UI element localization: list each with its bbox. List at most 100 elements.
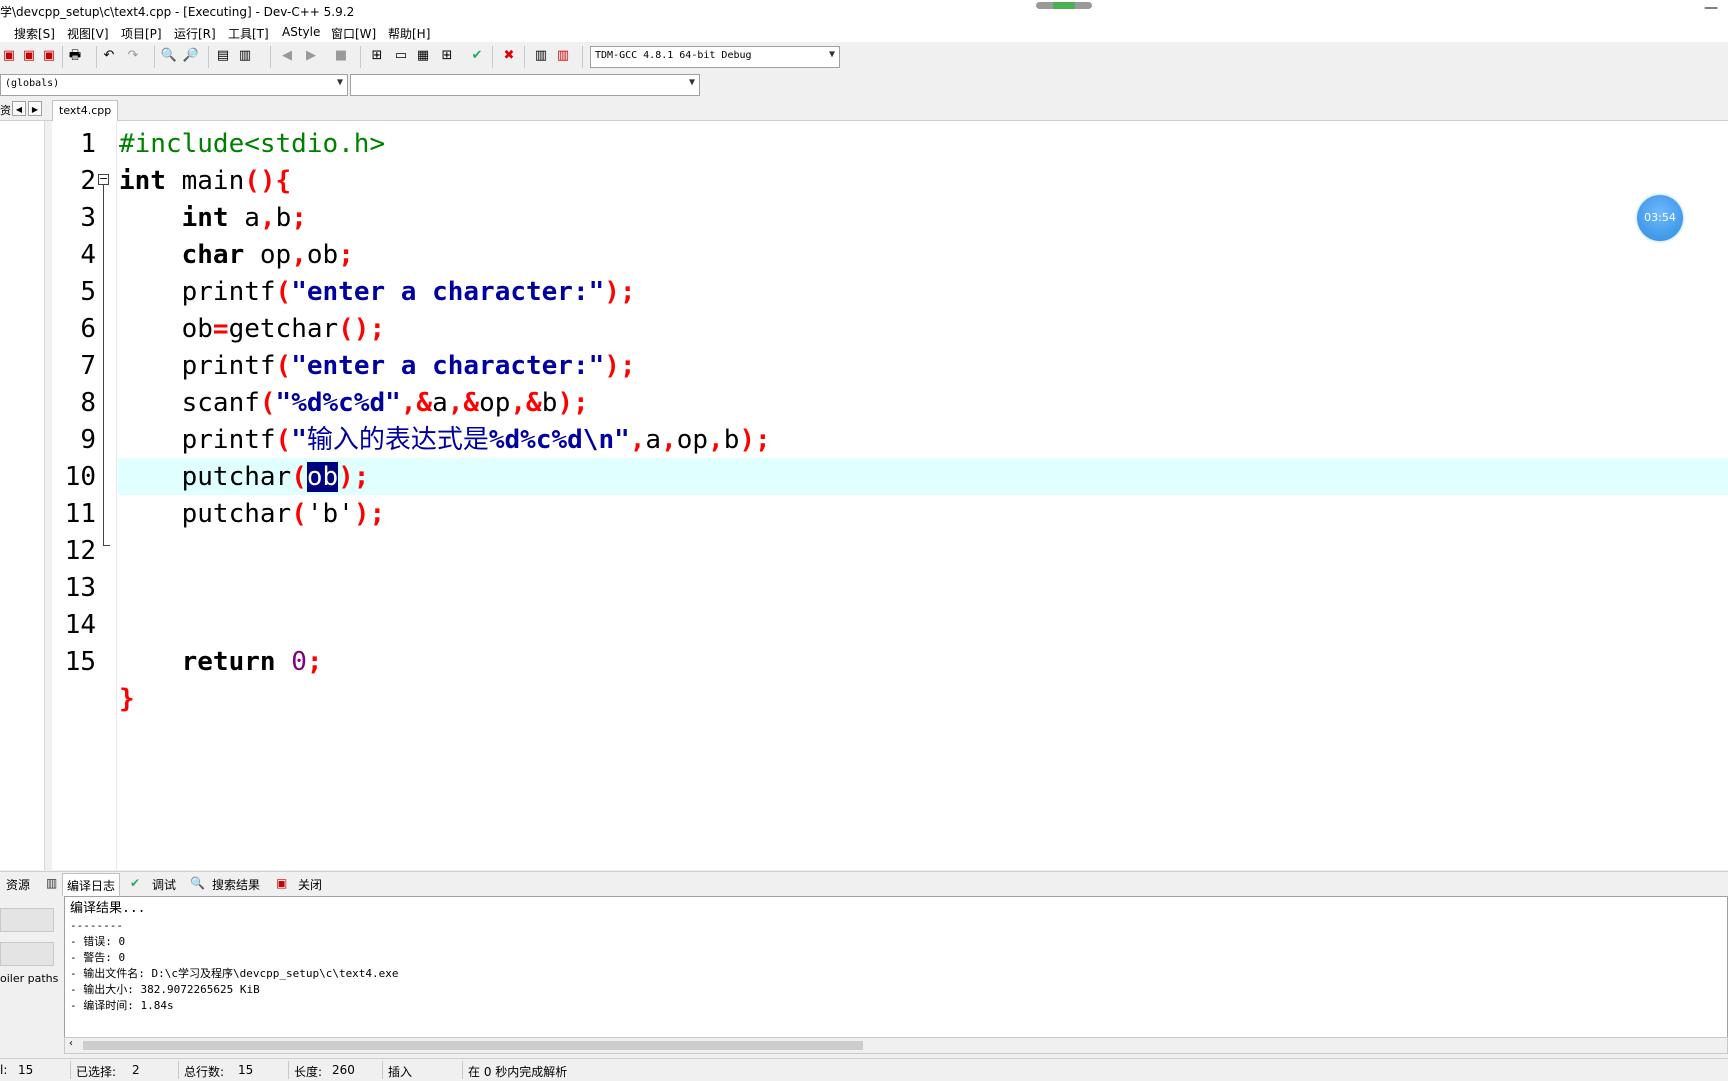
menu-help[interactable]: 帮助[H] — [388, 25, 430, 42]
scrollbar-thumb[interactable] — [83, 1041, 863, 1050]
code-line-14: return 0; — [119, 644, 323, 681]
tab-search-results[interactable]: 搜索结果 — [212, 876, 260, 893]
string-literal: "%d%c%d" — [275, 388, 401, 418]
compiler-panel-left: oiler paths — [0, 896, 62, 1054]
tab-scroll-right-icon[interactable]: ▶ — [28, 101, 42, 116]
bookmark-next-icon[interactable]: ▶ — [302, 47, 320, 65]
compiler-option-box[interactable] — [0, 942, 54, 966]
tab-close[interactable]: 关闭 — [298, 876, 322, 893]
identifier: printf — [119, 277, 276, 307]
log-line: -------- — [70, 919, 123, 932]
identifier: printf — [119, 425, 276, 455]
scope-bar: (globals) ▼ ▼ — [0, 72, 1728, 98]
identifier: b — [723, 425, 740, 455]
tile-icon[interactable]: ⊞ — [438, 47, 456, 65]
line-number: 11 — [64, 499, 96, 529]
symbol: , — [661, 425, 677, 455]
compiler-value: TDM-GCC 4.8.1 64-bit Debug — [595, 50, 752, 61]
window-icon[interactable]: ▭ — [392, 47, 410, 65]
close-file-icon[interactable]: ▣ — [0, 47, 18, 65]
code-line-3: int a,b; — [119, 200, 307, 237]
chart-icon[interactable]: ▥ — [532, 47, 550, 65]
keyword: return — [181, 647, 276, 677]
unindent-icon[interactable]: ▥ — [236, 47, 254, 65]
chevron-down-icon: ▼ — [828, 49, 835, 60]
tab-scroll-left-icon[interactable]: ◀ — [12, 101, 26, 116]
tab-text4-cpp[interactable]: text4.cpp — [52, 100, 119, 121]
status-length-label: 长度: — [294, 1065, 323, 1079]
close-all-icon[interactable]: ▣ — [20, 47, 38, 65]
layout-icon[interactable]: ⊞ — [368, 47, 386, 65]
profile-icon[interactable]: ▥ — [554, 47, 572, 65]
stop-icon[interactable]: ✖ — [500, 47, 518, 65]
menu-project[interactable]: 项目[P] — [121, 25, 162, 42]
toolbar-separator — [270, 46, 271, 68]
log-line: - 编译时间: 1.84s — [70, 999, 174, 1012]
code-editor[interactable]: 1 2 3 4 5 6 7 8 9 10 11 12 13 14 15 − #i… — [52, 121, 1728, 870]
symbol: ( — [275, 425, 292, 455]
bookmark-toggle-icon[interactable]: ■ — [332, 47, 350, 65]
char-literal: 'b' — [306, 499, 354, 529]
menu-run[interactable]: 运行[R] — [174, 25, 216, 42]
selected-text: ob — [306, 462, 339, 492]
status-insert-mode: 插入 — [388, 1065, 413, 1079]
symbol: ( — [275, 277, 292, 307]
status-divider — [70, 1061, 71, 1079]
undo-icon[interactable]: ↶ — [100, 47, 118, 65]
scroll-left-icon[interactable]: ‹ — [69, 1038, 73, 1049]
close-project-icon[interactable]: ▣ — [40, 47, 58, 65]
indent-icon[interactable]: ▤ — [214, 47, 232, 65]
chevron-down-icon: ▼ — [688, 77, 695, 88]
symbol: ( — [291, 462, 307, 492]
title-bar: 学\devcpp_setup\c\text4.cpp - [Executing]… — [0, 0, 1728, 22]
symbol: (){ — [244, 166, 292, 196]
status-divider — [382, 1061, 383, 1079]
compiler-option-box[interactable] — [0, 908, 54, 932]
scope-select[interactable]: (globals) ▼ — [0, 74, 348, 96]
line-number: 5 — [80, 277, 96, 307]
compile-log-output[interactable]: 编译结果... -------- - 错误: 0 - 警告: 0 - 输出文件名… — [64, 896, 1728, 1038]
toolbar-separator — [524, 46, 525, 68]
identifier: op — [244, 240, 292, 270]
left-panel-tab[interactable]: 资 — [0, 102, 11, 118]
redo-icon[interactable]: ↷ — [124, 47, 142, 65]
symbol: ; — [291, 203, 307, 233]
status-parse-info: 在 0 秒内完成解析 — [468, 1065, 568, 1079]
check-icon[interactable]: ✔ — [468, 47, 486, 65]
log-line: - 警告: 0 — [70, 951, 126, 964]
fold-toggle-icon[interactable]: − — [98, 173, 109, 185]
symbol: ,& — [510, 388, 542, 418]
menu-search[interactable]: 搜索[S] — [14, 25, 55, 42]
symbol-select[interactable]: ▼ — [350, 74, 700, 96]
tab-resources[interactable]: 资源 — [6, 876, 30, 893]
line-number: 10 — [64, 462, 96, 492]
timer-badge[interactable]: 03:54 — [1637, 195, 1683, 241]
print-icon[interactable]: 🖶 — [66, 47, 84, 65]
symbol: ( — [275, 351, 292, 381]
tab-compile-log[interactable]: 编译日志 — [62, 873, 121, 896]
log-horizontal-scrollbar[interactable]: ‹ — [64, 1037, 1728, 1054]
bookmark-prev-icon[interactable]: ◀ — [278, 47, 296, 65]
status-total-label: 总行数: — [184, 1065, 225, 1079]
symbol: ,& — [447, 388, 480, 418]
identifier: putchar — [119, 462, 292, 492]
replace-icon[interactable]: 🔎 — [182, 47, 200, 65]
menu-window[interactable]: 窗口[W] — [331, 25, 376, 42]
menu-view[interactable]: 视图[V] — [67, 25, 109, 42]
line-number: 9 — [80, 425, 96, 455]
grid-icon[interactable]: ▦ — [414, 47, 432, 65]
symbol: , — [259, 203, 276, 233]
menu-tools[interactable]: 工具[T] — [228, 25, 269, 42]
tab-debug[interactable]: 调试 — [152, 876, 176, 893]
identifier: scanf — [119, 388, 260, 418]
identifier: putchar — [119, 499, 292, 529]
minimize-icon[interactable]: — — [1704, 0, 1718, 16]
find-icon[interactable]: 🔍 — [160, 47, 178, 65]
project-panel[interactable] — [0, 121, 45, 870]
identifier: main — [165, 166, 245, 196]
code-line-5: printf("enter a character:"); — [119, 274, 636, 311]
status-divider — [462, 1061, 463, 1079]
line-number: 2 — [80, 166, 96, 196]
menu-astyle[interactable]: AStyle — [282, 25, 320, 39]
compiler-select[interactable]: TDM-GCC 4.8.1 64-bit Debug ▼ — [590, 46, 840, 68]
